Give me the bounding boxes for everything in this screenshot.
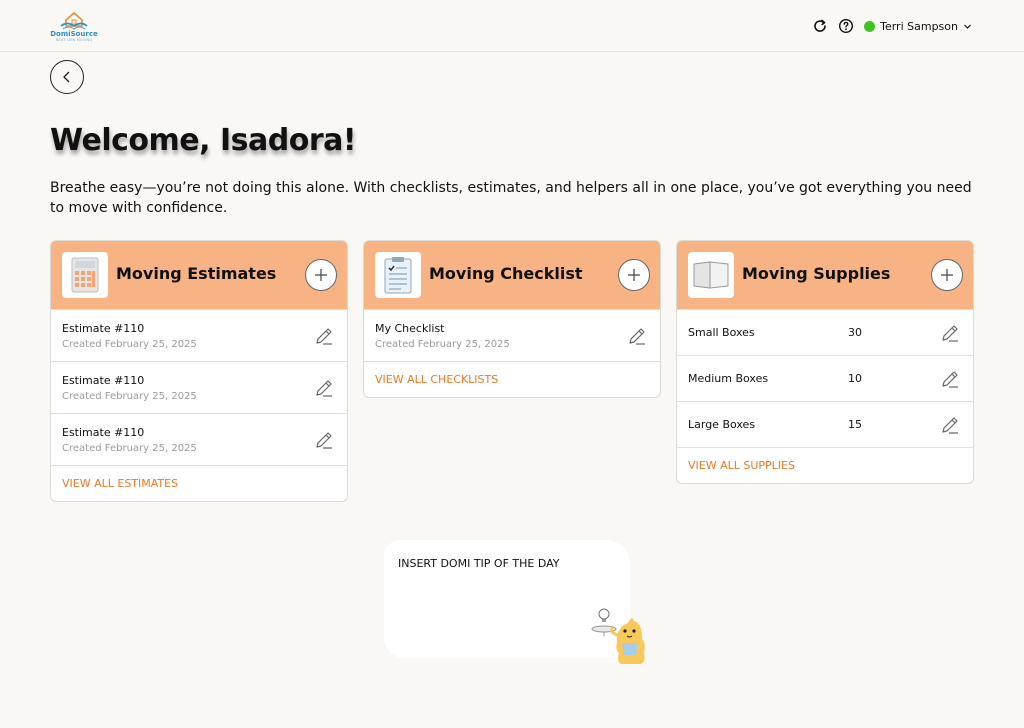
- checklist-item-date: Created February 25, 2025: [375, 339, 510, 350]
- edit-estimate-button[interactable]: [313, 377, 335, 399]
- checklist-item-title: My Checklist: [375, 322, 445, 335]
- pencil-icon: [942, 417, 958, 434]
- edit-estimate-button[interactable]: [313, 429, 335, 451]
- supply-row[interactable]: Medium Boxes 10: [677, 355, 973, 401]
- pencil-icon: [942, 371, 958, 388]
- estimate-title: Estimate #110: [62, 322, 145, 335]
- view-all-estimates-link[interactable]: VIEW ALL ESTIMATES: [51, 465, 347, 501]
- plus-icon: [315, 269, 327, 281]
- supply-row[interactable]: Small Boxes 30: [677, 309, 973, 355]
- list-item[interactable]: Estimate #110 Created February 25, 2025: [51, 309, 347, 361]
- add-estimate-button[interactable]: [305, 259, 337, 291]
- view-all-checklists-link[interactable]: VIEW ALL CHECKLISTS: [364, 361, 660, 397]
- edit-estimate-button[interactable]: [313, 325, 335, 347]
- chevron-left-icon: [63, 71, 70, 83]
- edit-checklist-button[interactable]: [626, 325, 648, 347]
- edit-supply-button[interactable]: [939, 368, 961, 390]
- back-button[interactable]: [50, 60, 84, 94]
- list-item[interactable]: Estimate #110 Created February 25, 2025: [51, 413, 347, 465]
- supply-quantity: 10: [848, 372, 862, 385]
- estimate-title: Estimate #110: [62, 426, 145, 439]
- add-checklist-button[interactable]: [618, 259, 650, 291]
- list-item[interactable]: Estimate #110 Created February 25, 2025: [51, 361, 347, 413]
- chevron-down-icon: [964, 24, 971, 29]
- supply-name: Medium Boxes: [688, 372, 769, 385]
- pencil-icon: [629, 328, 645, 345]
- estimates-card: Moving Estimates Estimate #110 Created F…: [50, 240, 348, 502]
- online-status-dot: [864, 20, 876, 32]
- pencil-icon: [316, 380, 332, 397]
- page-title: Welcome, Isadora!: [50, 123, 357, 158]
- estimates-title: Moving Estimates: [116, 264, 277, 283]
- pencil-icon: [942, 325, 958, 342]
- intro-text: Breathe easy—you’re not doing this alone…: [50, 180, 972, 216]
- supply-quantity: 15: [848, 418, 862, 431]
- clipboard-checklist-icon: [375, 252, 421, 298]
- user-menu[interactable]: Terri Sampson: [864, 20, 972, 33]
- list-item[interactable]: My Checklist Created February 25, 2025: [364, 309, 660, 361]
- checklist-title: Moving Checklist: [429, 264, 583, 283]
- estimate-date: Created February 25, 2025: [62, 339, 197, 350]
- supplies-card-header: Moving Supplies: [677, 241, 973, 309]
- logo-tagline: NEXT GEN MOVING: [55, 38, 93, 42]
- add-supply-button[interactable]: [931, 259, 963, 291]
- view-all-supplies-link[interactable]: VIEW ALL SUPPLIES: [677, 447, 973, 483]
- supply-name: Small Boxes: [688, 326, 755, 339]
- refresh-icon[interactable]: [812, 18, 828, 34]
- pencil-icon: [316, 432, 332, 449]
- plus-icon: [628, 269, 640, 281]
- top-bar: DomiSource NEXT GEN MOVING Terri Sampson: [0, 0, 1024, 52]
- header-actions: Terri Sampson: [812, 17, 972, 35]
- edit-supply-button[interactable]: [939, 322, 961, 344]
- checklist-card-header: Moving Checklist: [364, 241, 660, 309]
- supplies-card: Moving Supplies Small Boxes 30 Medium Bo…: [676, 240, 974, 484]
- checklist-card: Moving Checklist My Checklist Created Fe…: [363, 240, 661, 398]
- mascot-illustration: [590, 605, 654, 669]
- help-icon[interactable]: [838, 18, 854, 34]
- tip-text: INSERT DOMI TIP OF THE DAY: [398, 557, 560, 570]
- logo[interactable]: DomiSource NEXT GEN MOVING: [50, 10, 98, 44]
- estimate-date: Created February 25, 2025: [62, 443, 197, 454]
- box-icon: [688, 252, 734, 298]
- supply-quantity: 30: [848, 326, 862, 339]
- supply-row[interactable]: Large Boxes 15: [677, 401, 973, 447]
- edit-supply-button[interactable]: [939, 414, 961, 436]
- estimates-card-header: Moving Estimates: [51, 241, 347, 309]
- house-logo-icon: [60, 11, 88, 30]
- estimate-title: Estimate #110: [62, 374, 145, 387]
- plus-icon: [941, 269, 953, 281]
- supplies-title: Moving Supplies: [742, 264, 891, 283]
- calculator-icon: [62, 252, 108, 298]
- estimate-date: Created February 25, 2025: [62, 391, 197, 402]
- logo-brand-text: DomiSource: [50, 30, 98, 38]
- supply-name: Large Boxes: [688, 418, 756, 431]
- user-name: Terri Sampson: [880, 19, 958, 33]
- pencil-icon: [316, 328, 332, 345]
